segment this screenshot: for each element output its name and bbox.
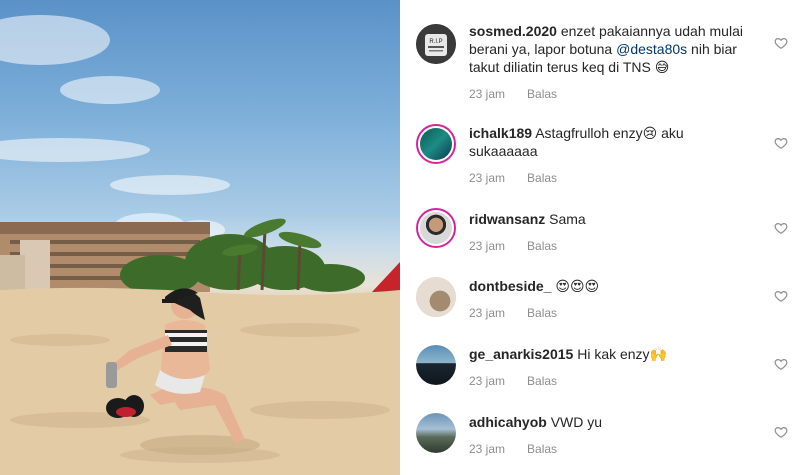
reply-button[interactable]: Balas [527, 85, 557, 103]
comment-body: dontbeside_ 😍😍😍 23 jam Balas [469, 277, 754, 322]
reply-button[interactable]: Balas [527, 304, 557, 322]
comment-body: ge_anarkis2015 Hi kak enzy🙌 23 jam Balas [469, 345, 754, 390]
comment-username[interactable]: dontbeside_ [469, 278, 551, 294]
comment-text-part: 😍😍😍 [555, 278, 600, 294]
avatar-image [416, 277, 456, 317]
comment-username[interactable]: sosmed.2020 [469, 23, 557, 39]
comment-text: adhicahyob VWD yu [469, 413, 754, 431]
avatar[interactable] [416, 345, 456, 385]
comment-time: 23 jam [469, 87, 506, 101]
comment-username[interactable]: ge_anarkis2015 [469, 346, 573, 362]
comment-text-part: Sama [549, 211, 586, 227]
avatar[interactable] [416, 124, 456, 164]
avatar-image [416, 345, 456, 385]
mention-link[interactable]: @desta80s [616, 41, 687, 57]
comment-time: 23 jam [469, 239, 506, 253]
heart-icon[interactable] [774, 136, 788, 150]
comment-meta: 23 jam Balas [469, 304, 754, 322]
avatar[interactable] [416, 208, 456, 248]
comment-username[interactable]: ichalk189 [469, 125, 532, 141]
comment-text: ge_anarkis2015 Hi kak enzy🙌 [469, 345, 754, 363]
comment-meta: 23 jam Balas [469, 169, 754, 187]
comment-meta: 23 jam Balas [469, 372, 754, 390]
avatar-image [420, 128, 452, 160]
comment-text: dontbeside_ 😍😍😍 [469, 277, 754, 295]
comment-time: 23 jam [469, 442, 506, 456]
comment-time: 23 jam [469, 374, 506, 388]
heart-icon[interactable] [774, 357, 788, 371]
comment-body: adhicahyob VWD yu 23 jam Balas [469, 413, 754, 458]
reply-button[interactable]: Balas [527, 372, 557, 390]
rip-avatar-icon: R.I.P [416, 24, 456, 64]
comment-text: ichalk189 Astagfrulloh enzy😢 aku sukaaaa… [469, 124, 754, 160]
comment-time: 23 jam [469, 306, 506, 320]
avatar-image [420, 212, 452, 244]
comment-text: ridwansanz Sama [469, 210, 754, 228]
reply-button[interactable]: Balas [527, 440, 557, 458]
reply-button[interactable]: Balas [527, 237, 557, 255]
avatar-image [416, 413, 456, 453]
avatar[interactable]: R.I.P [416, 24, 456, 64]
comment-username[interactable]: ridwansanz [469, 211, 545, 227]
heart-icon[interactable] [774, 425, 788, 439]
comments-panel: R.I.P sosmed.2020 enzet pakaiannya udah … [400, 0, 800, 475]
avatar[interactable] [416, 413, 456, 453]
avatar[interactable] [416, 277, 456, 317]
comment-meta: 23 jam Balas [469, 440, 754, 458]
comment-body: ridwansanz Sama 23 jam Balas [469, 210, 754, 255]
heart-icon[interactable] [774, 36, 788, 50]
heart-icon[interactable] [774, 221, 788, 235]
comment-text-part: VWD yu [550, 414, 603, 430]
comment-text: sosmed.2020 enzet pakaiannya udah mulai … [469, 22, 754, 76]
comment-time: 23 jam [469, 171, 506, 185]
comment-body: sosmed.2020 enzet pakaiannya udah mulai … [469, 22, 754, 103]
comment-text-part: Hi kak enzy🙌 [577, 346, 667, 362]
avatar-text: R.I.P [429, 39, 442, 45]
beach-photo-illustration [0, 15, 400, 475]
reply-button[interactable]: Balas [527, 169, 557, 187]
comment-body: ichalk189 Astagfrulloh enzy😢 aku sukaaaa… [469, 124, 754, 187]
heart-icon[interactable] [774, 289, 788, 303]
comment-meta: 23 jam Balas [469, 85, 754, 103]
comment-username[interactable]: adhicahyob [469, 414, 547, 430]
post-photo [0, 0, 400, 475]
comment-meta: 23 jam Balas [469, 237, 754, 255]
